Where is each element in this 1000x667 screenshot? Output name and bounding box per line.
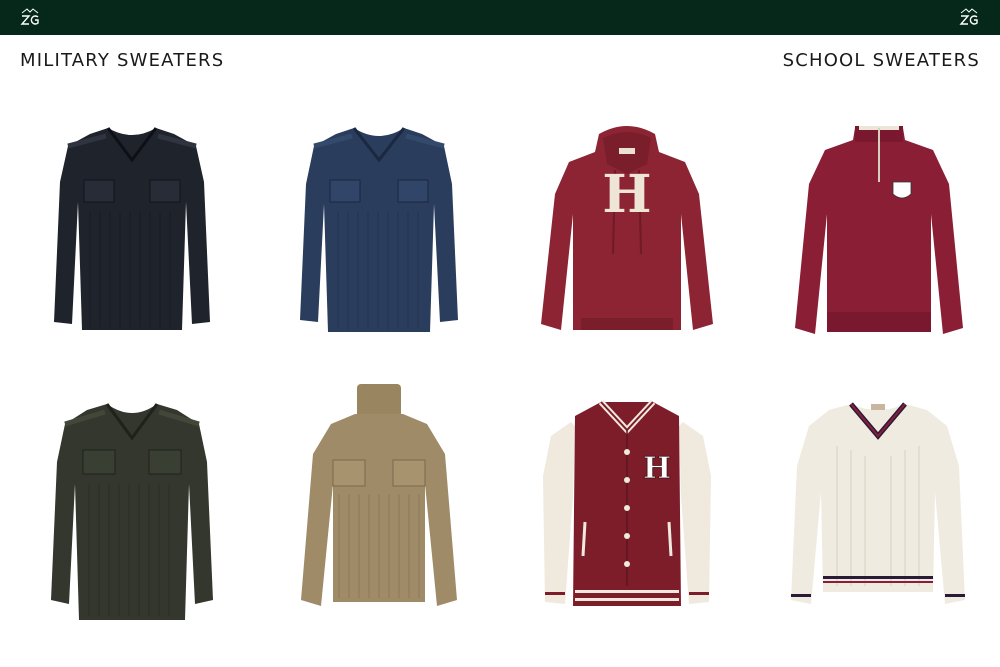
h-letter-icon: H (602, 164, 651, 225)
product-maroon-varsity-jacket[interactable]: H (541, 396, 713, 610)
product-khaki-turtleneck-sweater[interactable] (299, 384, 459, 610)
product-maroon-quarter-zip-sweater[interactable] (793, 124, 965, 336)
military-sweaters-heading: MILITARY SWEATERS (20, 50, 225, 71)
product-black-commando-sweater[interactable] (50, 122, 214, 336)
product-olive-commando-sweater[interactable] (47, 400, 217, 622)
crest-icon (892, 181, 912, 199)
zg-logo-icon[interactable] (958, 7, 980, 27)
top-bar (0, 0, 1000, 35)
school-sweaters-heading: SCHOOL SWEATERS (782, 50, 980, 71)
zg-logo-icon[interactable] (19, 7, 41, 27)
product-maroon-h-hoodie[interactable]: H (537, 124, 717, 336)
product-navy-commando-sweater[interactable] (298, 124, 460, 336)
h-patch-icon: H (643, 451, 671, 486)
product-cream-cricket-sweater[interactable] (789, 396, 967, 610)
